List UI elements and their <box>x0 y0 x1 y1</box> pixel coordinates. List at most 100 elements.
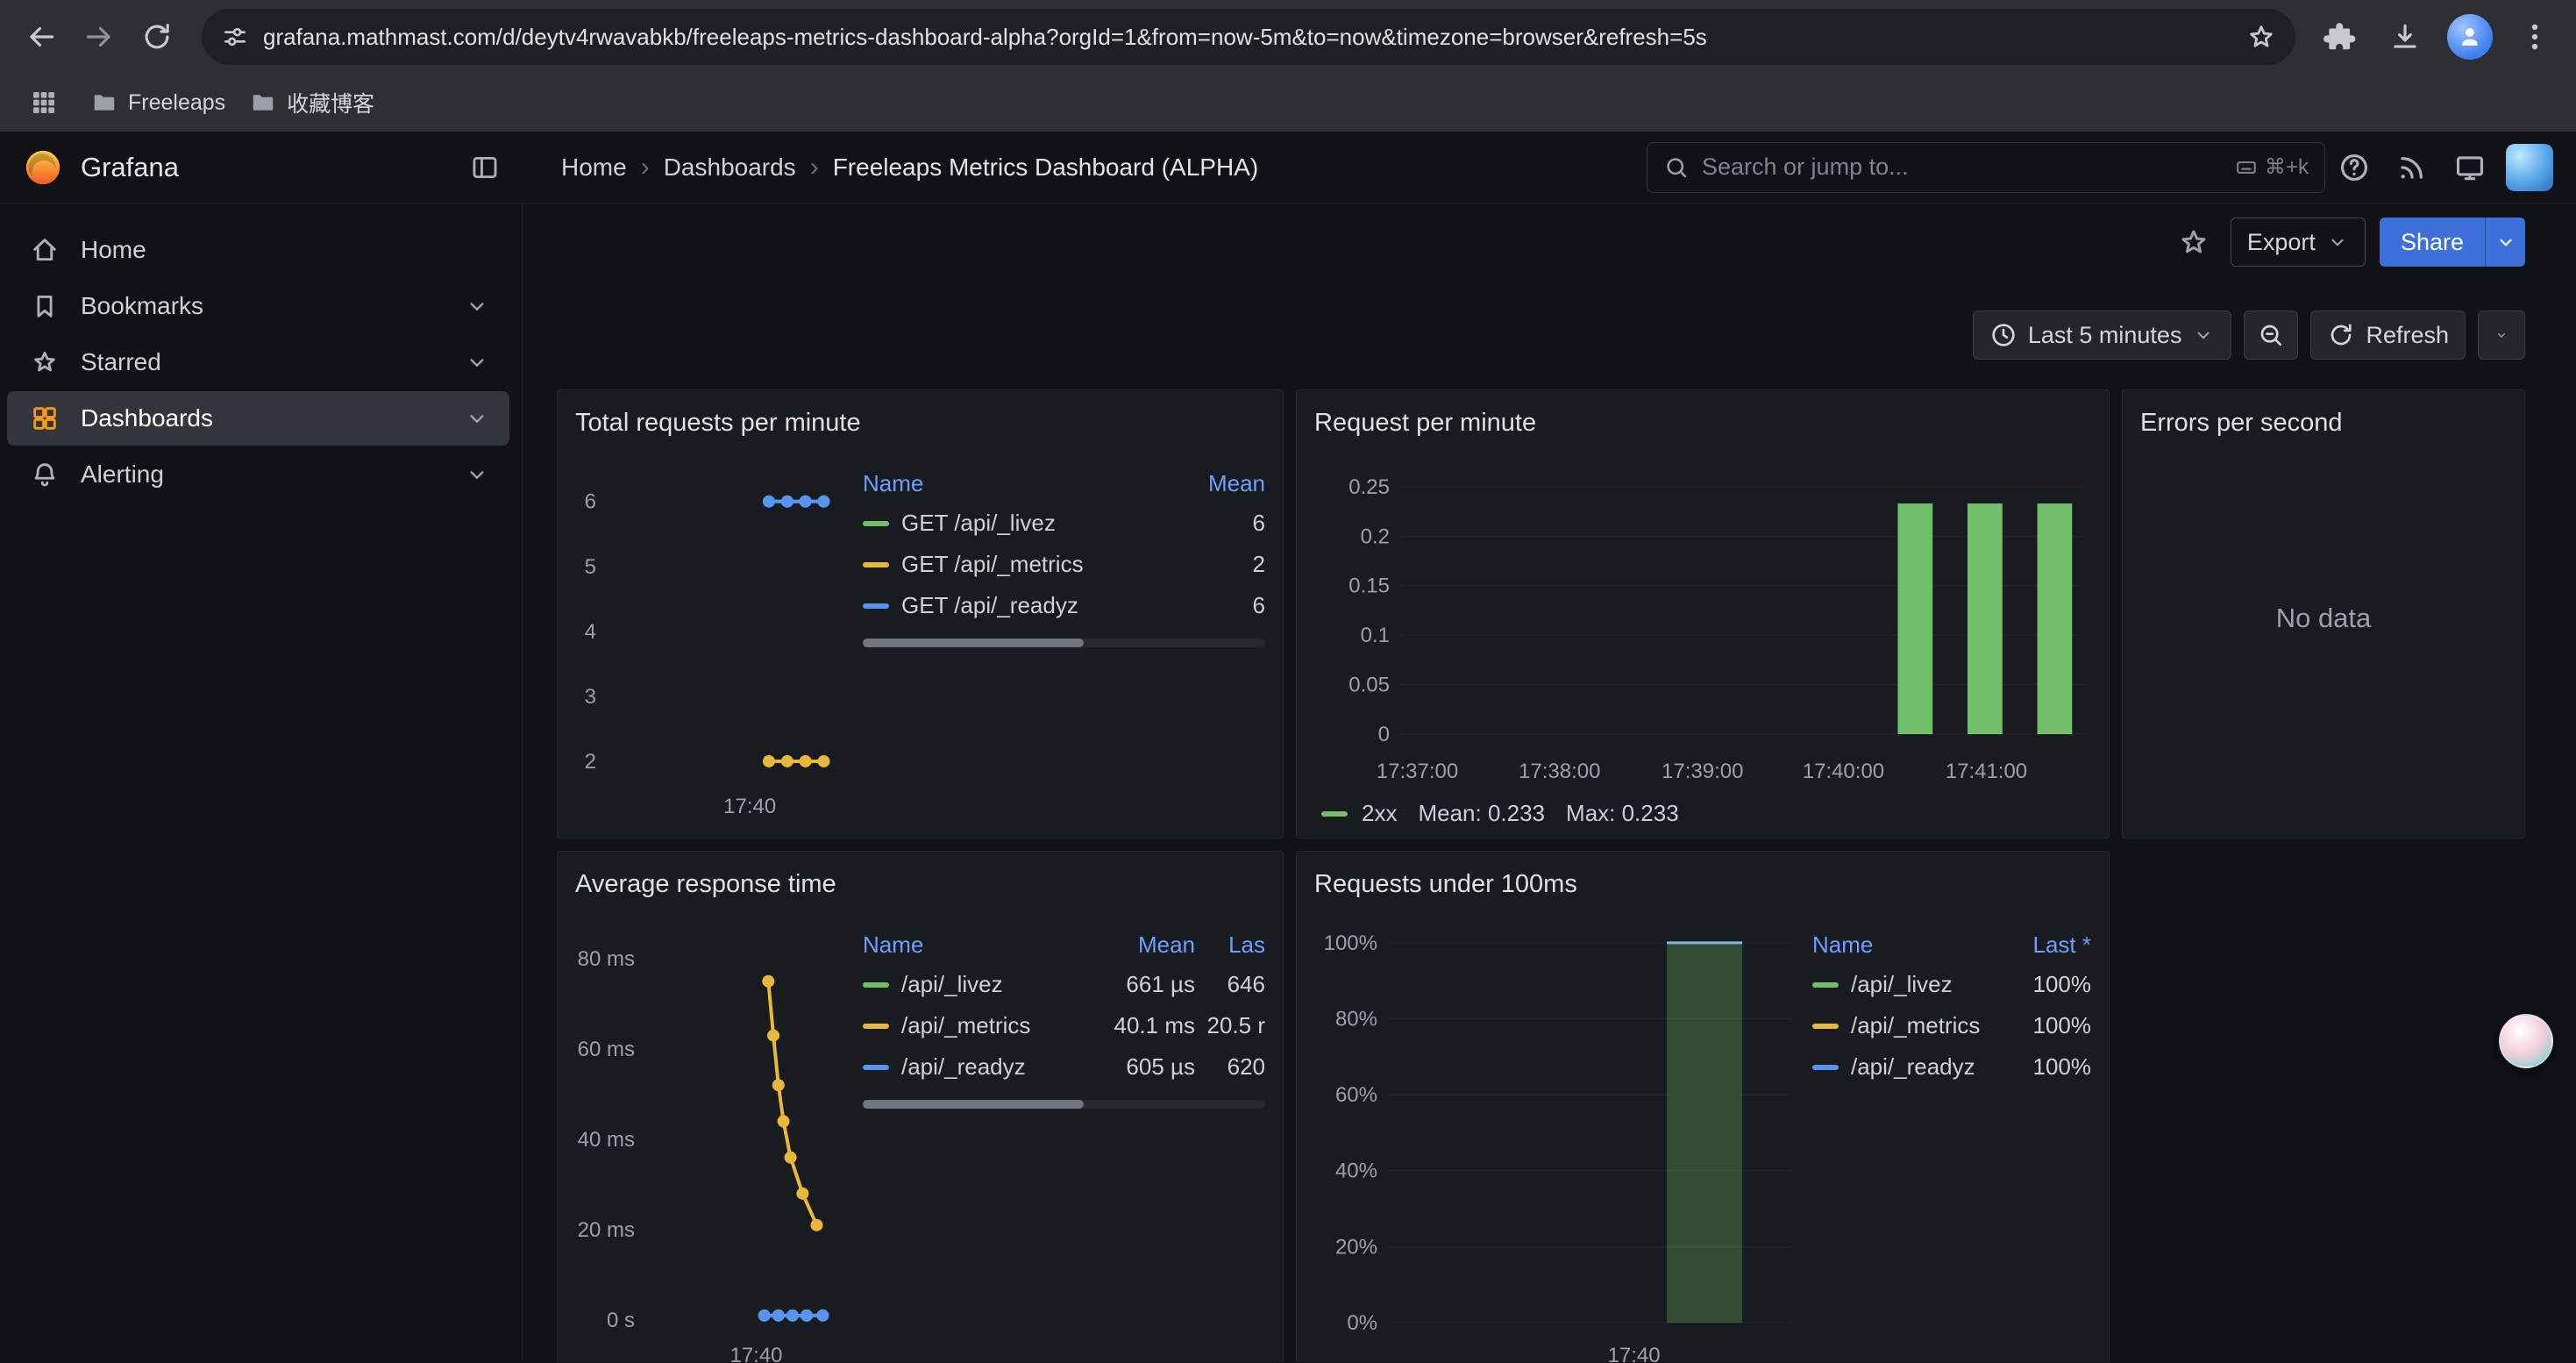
panel-average-response-time: Average response time 80 ms60 ms40 ms20 … <box>557 851 1284 1362</box>
bookmark-item[interactable]: Freeleaps <box>79 84 238 121</box>
time-controls-row: Last 5 minutes Refresh <box>557 281 2525 389</box>
legend-row[interactable]: GET /api/_readyz6 <box>863 585 1265 626</box>
sidebar-item-bookmarks[interactable]: Bookmarks <box>7 279 509 333</box>
refresh-interval-button[interactable] <box>2478 310 2525 360</box>
sidebar-toggle-button[interactable] <box>470 153 500 182</box>
downloads-button[interactable] <box>2376 8 2434 66</box>
user-avatar[interactable] <box>2506 144 2553 191</box>
legend-row[interactable]: GET /api/_metrics2 <box>863 544 1265 585</box>
series-name[interactable]: /api/_readyz <box>901 1053 1026 1081</box>
sidebar-item-starred[interactable]: Starred <box>7 335 509 389</box>
assistant-avatar-button[interactable] <box>2499 1014 2553 1068</box>
chart-average-response-time[interactable]: 80 ms60 ms40 ms20 ms0 s17:40 <box>575 904 856 1362</box>
site-settings-icon[interactable] <box>221 23 249 51</box>
legend-row[interactable]: /api/_readyz605 µs620 <box>863 1046 1265 1088</box>
series-name[interactable]: /api/_readyz <box>1851 1053 1975 1081</box>
legend-row[interactable]: GET /api/_livez6 <box>863 503 1265 544</box>
column-header-name[interactable]: Name <box>1812 931 1986 959</box>
favorite-dashboard-button[interactable] <box>2171 219 2217 265</box>
column-header-name[interactable]: Name <box>863 931 1064 959</box>
help-button[interactable] <box>2325 139 2383 196</box>
chart-total-requests[interactable]: 6543217:40 <box>575 443 856 820</box>
legend-scrollbar[interactable] <box>863 1100 1265 1109</box>
bookmarks-list: Freeleaps收藏博客 <box>79 82 387 124</box>
legend-line[interactable]: 2xx Mean: 0.233 Max: 0.233 <box>1314 800 2091 827</box>
column-header[interactable]: Mean <box>1169 470 1265 497</box>
grafana-app: Grafana Home›Dashboards›Freeleaps Metric… <box>0 132 2576 1363</box>
series-name[interactable]: GET /api/_metrics <box>901 551 1084 578</box>
time-range-picker[interactable]: Last 5 minutes <box>1973 310 2232 360</box>
breadcrumb-item[interactable]: Freeleaps Metrics Dashboard (ALPHA) <box>833 153 1259 182</box>
column-header-name[interactable]: Name <box>863 470 1169 497</box>
svg-text:6: 6 <box>585 490 596 514</box>
profile-button[interactable] <box>2441 8 2499 66</box>
share-label[interactable]: Share <box>2380 218 2485 267</box>
sidebar-item-dashboards[interactable]: Dashboards <box>7 391 509 446</box>
series-name[interactable]: GET /api/_readyz <box>901 592 1078 619</box>
series-name[interactable]: /api/_livez <box>1851 971 1953 998</box>
dashboard-actions-row: Export Share <box>557 203 2525 281</box>
browser-menu-button[interactable] <box>2506 8 2564 66</box>
panel-title[interactable]: Average response time <box>575 864 1265 904</box>
legend-row[interactable]: /api/_metrics 40.1 ms20.5 r <box>863 1005 1265 1046</box>
apps-grid-button[interactable] <box>21 80 67 125</box>
chart-request-per-minute[interactable]: 0.250.20.150.10.05017:37:0017:38:0017:39… <box>1314 443 2093 785</box>
download-icon <box>2388 20 2422 54</box>
series-name[interactable]: 2xx <box>1362 800 1397 827</box>
url-text[interactable]: grafana.mathmast.com/d/deytv4rwavabkb/fr… <box>263 24 2246 51</box>
series-name[interactable]: /api/_metrics <box>901 1012 1030 1039</box>
series-value: 40.1 ms <box>1064 1012 1195 1039</box>
column-header[interactable]: Las <box>1195 931 1265 959</box>
svg-text:17:37:00: 17:37:00 <box>1377 760 1458 783</box>
grafana-logo-icon[interactable] <box>23 147 63 188</box>
panel-title[interactable]: Request per minute <box>1314 403 2091 443</box>
column-header[interactable]: Mean <box>1064 931 1195 959</box>
browser-toolbar: grafana.mathmast.com/d/deytv4rwavabkb/fr… <box>0 0 2576 74</box>
chart-requests-under-100ms[interactable]: 100%80%60%40%20%0%17:40 <box>1314 904 1805 1362</box>
legend-table: NameMeanLas/api/_livez661 µs646/api/_met… <box>863 904 1265 1362</box>
news-button[interactable] <box>2383 139 2441 196</box>
legend-row[interactable]: /api/_metrics100% <box>1812 1005 2091 1046</box>
series-name[interactable]: /api/_livez <box>901 971 1003 998</box>
legend-scrollbar[interactable] <box>863 639 1265 647</box>
url-bar[interactable]: grafana.mathmast.com/d/deytv4rwavabkb/fr… <box>202 9 2295 65</box>
column-header[interactable]: Last * <box>1986 931 2091 959</box>
sidebar-item-alerting[interactable]: Alerting <box>7 447 509 502</box>
export-button[interactable]: Export <box>2231 218 2366 267</box>
scrollbar-thumb[interactable] <box>863 639 1084 647</box>
sidebar-item-home[interactable]: Home <box>7 223 509 277</box>
zoom-out-time-button[interactable] <box>2244 310 2298 360</box>
breadcrumb-item[interactable]: Home <box>561 153 627 182</box>
svg-text:40 ms: 40 ms <box>578 1128 635 1152</box>
extensions-button[interactable] <box>2311 8 2369 66</box>
series-name[interactable]: /api/_metrics <box>1851 1012 1980 1039</box>
kiosk-mode-button[interactable] <box>2441 139 2499 196</box>
bookmark-star-icon[interactable] <box>2246 22 2276 52</box>
star-outline-icon <box>2178 226 2210 258</box>
chevron-down-icon <box>2494 231 2517 253</box>
legend-row[interactable]: /api/_readyz100% <box>1812 1046 2091 1088</box>
breadcrumb-item[interactable]: Dashboards <box>664 153 796 182</box>
chevron-down-icon <box>464 405 490 432</box>
legend-row[interactable]: /api/_livez661 µs646 <box>863 964 1265 1005</box>
series-name[interactable]: GET /api/_livez <box>901 510 1056 537</box>
search-input[interactable] <box>1702 153 2223 181</box>
browser-forward-button[interactable] <box>70 8 128 66</box>
search-box[interactable]: ⌘+k <box>1647 142 2325 193</box>
refresh-button[interactable]: Refresh <box>2310 310 2466 360</box>
share-menu-button[interactable] <box>2485 218 2525 267</box>
series-mean: Mean: 0.233 <box>1418 800 1545 827</box>
scrollbar-thumb[interactable] <box>863 1100 1084 1109</box>
panel-title[interactable]: Requests under 100ms <box>1314 864 2091 904</box>
browser-back-button[interactable] <box>12 8 70 66</box>
legend-row[interactable]: /api/_livez100% <box>1812 964 2091 1005</box>
bell-icon <box>30 460 60 489</box>
share-button[interactable]: Share <box>2380 218 2525 267</box>
browser-reload-button[interactable] <box>128 8 186 66</box>
panel-title[interactable]: Total requests per minute <box>575 403 1265 443</box>
series-value: 20.5 r <box>1195 1012 1265 1039</box>
search-icon <box>1663 154 1690 181</box>
chevron-down-icon <box>464 461 490 488</box>
bookmark-item[interactable]: 收藏博客 <box>238 82 387 124</box>
panel-title[interactable]: Errors per second <box>2140 403 2507 443</box>
